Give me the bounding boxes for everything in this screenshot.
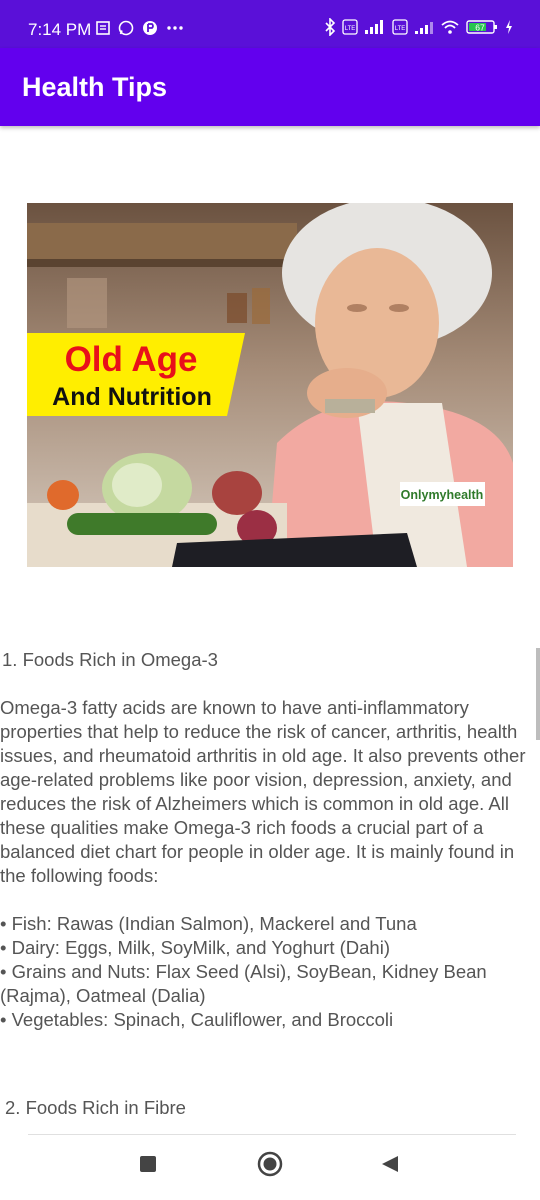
battery-icon: 67 (466, 20, 497, 34)
back-button[interactable] (380, 1154, 400, 1179)
circle-icon (257, 1151, 283, 1177)
recent-apps-button[interactable] (138, 1154, 158, 1179)
headline-line2: And Nutrition (52, 383, 212, 411)
whatsapp-icon (118, 20, 134, 36)
app-bar: Health Tips (0, 48, 540, 126)
section-title-fibre: 2. Foods Rich in Fibre (5, 1097, 186, 1118)
volte-icon: LTE (342, 19, 358, 35)
more-notifications-icon (167, 26, 183, 30)
app-title: Health Tips (22, 72, 168, 102)
list-item: • Dairy: Eggs, Milk, SoyMilk, and Yoghur… (0, 937, 390, 958)
list-item: • Grains and Nuts: Flax Seed (Alsi), Soy… (0, 961, 487, 1006)
home-button[interactable] (256, 1150, 284, 1183)
hero-image: Old Age And Nutrition Onlymyhealth (27, 203, 513, 567)
battery-level: 67 (475, 23, 485, 33)
svg-text:LTE: LTE (395, 26, 406, 32)
status-notification-icons (96, 20, 184, 36)
scrollbar[interactable] (536, 648, 540, 740)
list-item: • Vegetables: Spinach, Cauliflower, and … (0, 1009, 394, 1030)
back-triangle-icon (382, 1156, 398, 1172)
article-content: 1. Foods Rich in Omega-3 Omega-3 fatty a… (0, 648, 534, 1032)
volte-icon-2: LTE (392, 19, 408, 35)
divider (28, 1134, 516, 1135)
document-icon (96, 21, 110, 35)
signal-strength-icon (365, 20, 383, 34)
navigation-bar (0, 1136, 540, 1200)
signal-strength-2-icon (415, 22, 433, 34)
charging-icon (506, 20, 512, 34)
list-item: • Fish: Rawas (Indian Salmon), Mackerel … (0, 913, 417, 934)
headline-line1: Old Age (65, 340, 198, 379)
section-title-omega3: 1. Foods Rich in Omega-3 (2, 649, 218, 670)
status-time: 7:14 PM (28, 20, 92, 39)
old-age-nutrition-illustration: Old Age And Nutrition Onlymyhealth (27, 203, 513, 567)
status-bar: 7:14 PM LTE LTE 67 (0, 0, 540, 48)
app-notification-icon (143, 21, 157, 35)
watermark: Onlymyhealth (401, 488, 484, 502)
svg-text:LTE: LTE (345, 26, 356, 32)
status-system-icons: LTE LTE 67 (324, 18, 514, 36)
food-list: • Fish: Rawas (Indian Salmon), Mackerel … (0, 912, 534, 1032)
square-icon (140, 1156, 156, 1172)
bluetooth-icon (325, 18, 336, 36)
wifi-icon (441, 20, 459, 34)
section-paragraph-omega3: Omega-3 fatty acids are known to have an… (0, 697, 526, 886)
